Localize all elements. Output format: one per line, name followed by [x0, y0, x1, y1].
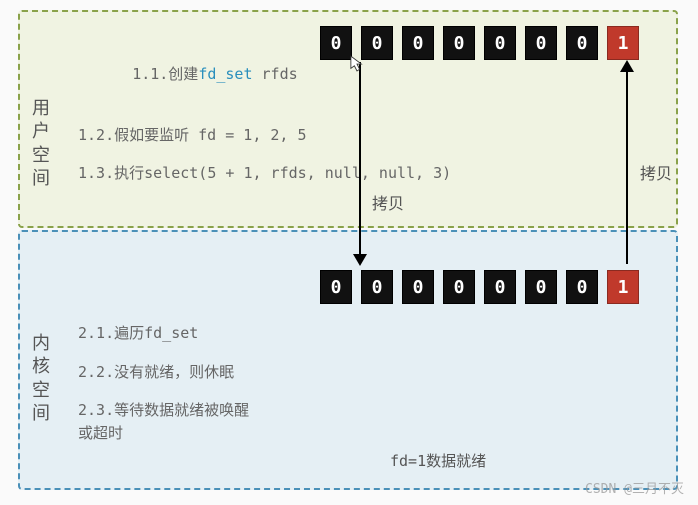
- bit-cell: 0: [484, 26, 516, 60]
- copy-up-label: 拷贝: [640, 160, 672, 184]
- user-steps: 1.1.创建fd_set rfds 1.2.假如要监听 fd = 1, 2, 5…: [78, 40, 451, 201]
- kernel-space-label: 内核空间: [30, 332, 52, 426]
- bit-cell: 0: [525, 26, 557, 60]
- bit-cell: 0: [484, 270, 516, 304]
- arrow-copy-up: [626, 62, 628, 264]
- step-2-1: 2.1.遍历fd_set: [78, 322, 249, 345]
- bit-cell: 0: [443, 270, 475, 304]
- kernel-space-panel: 内核空间 2.1.遍历fd_set 2.2.没有就绪，则休眠 2.3.等待数据就…: [18, 230, 678, 490]
- kernel-steps: 2.1.遍历fd_set 2.2.没有就绪，则休眠 2.3.等待数据就绪被唤醒 …: [78, 322, 249, 460]
- step-2-2: 2.2.没有就绪，则休眠: [78, 361, 249, 384]
- kernel-bit-row: 0 0 0 0 0 0 0 1: [320, 270, 639, 304]
- bit-cell: 0: [402, 26, 434, 60]
- step-1-1-prefix: 1.1.创建: [132, 65, 198, 83]
- user-space-label: 用户空间: [30, 97, 52, 191]
- fd-set-type: fd_set: [198, 65, 252, 83]
- mouse-cursor-icon: [350, 55, 364, 73]
- step-1-3: 1.3.执行select(5 + 1, rfds, null, null, 3): [78, 162, 451, 185]
- bit-cell: 0: [361, 26, 393, 60]
- bit-cell: 0: [566, 270, 598, 304]
- watermark: CSDN @三月不灭: [585, 478, 684, 497]
- bit-cell: 0: [525, 270, 557, 304]
- fd-ready-label: fd=1数据就绪: [390, 450, 486, 471]
- bit-cell: 0: [443, 26, 475, 60]
- bit-cell: 0: [320, 26, 352, 60]
- bit-cell-set: 1: [607, 270, 639, 304]
- arrow-copy-down: [359, 62, 361, 264]
- copy-down-label: 拷贝: [372, 190, 404, 214]
- user-bit-row: 0 0 0 0 0 0 0 1: [320, 26, 639, 60]
- step-1-2: 1.2.假如要监听 fd = 1, 2, 5: [78, 124, 451, 147]
- bit-cell: 0: [320, 270, 352, 304]
- step-1-1-suffix: rfds: [253, 65, 298, 83]
- bit-cell: 0: [402, 270, 434, 304]
- bit-cell-set: 1: [607, 26, 639, 60]
- step-2-3: 2.3.等待数据就绪被唤醒 或超时: [78, 399, 249, 444]
- bit-cell: 0: [566, 26, 598, 60]
- bit-cell: 0: [361, 270, 393, 304]
